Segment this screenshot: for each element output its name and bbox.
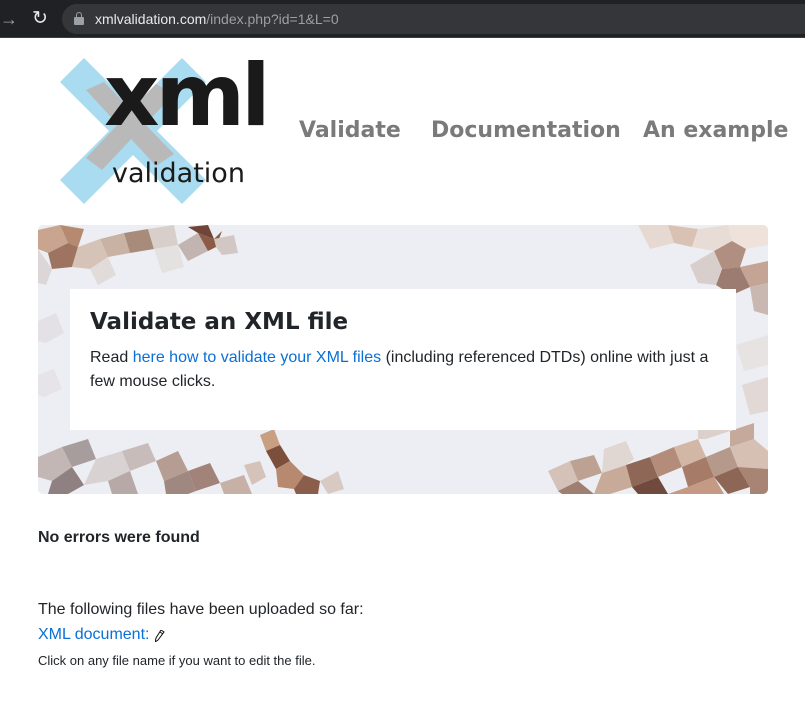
url-text[interactable]: xmlvalidation.com/index.php?id=1&L=0 bbox=[95, 11, 339, 27]
nav-validate[interactable]: Validate bbox=[299, 115, 401, 147]
uploaded-files-intro: The following files have been uploaded s… bbox=[38, 601, 364, 618]
site-logo[interactable]: xml validation bbox=[56, 46, 271, 210]
xml-document-link[interactable]: XML document: bbox=[38, 625, 149, 645]
validation-howto-link[interactable]: here how to validate your XML files bbox=[133, 349, 381, 366]
hero-title: Validate an XML file bbox=[90, 309, 349, 335]
logo-subtitle: validation bbox=[112, 158, 245, 189]
lock-icon[interactable] bbox=[74, 12, 84, 25]
url-path: /index.php?id=1&L=0 bbox=[206, 11, 339, 27]
logo-wordmark: xml bbox=[104, 46, 271, 146]
edit-hint: Click on any file name if you want to ed… bbox=[38, 653, 316, 668]
validation-status: No errors were found bbox=[38, 529, 200, 546]
browser-toolbar: → ↻ xmlvalidation.com/index.php?id=1&L=0 bbox=[0, 0, 805, 38]
hero-card: Validate an XML file Read here how to va… bbox=[70, 289, 736, 430]
forward-arrow-icon[interactable]: → bbox=[0, 8, 18, 30]
hero-text-before: Read bbox=[90, 349, 133, 366]
reload-icon[interactable]: ↻ bbox=[30, 8, 50, 30]
pencil-icon[interactable] bbox=[155, 630, 165, 642]
url-domain: xmlvalidation.com bbox=[95, 11, 207, 27]
hero-text: Read here how to validate your XML files… bbox=[90, 346, 720, 394]
nav-documentation[interactable]: Documentation bbox=[431, 115, 621, 147]
address-bar[interactable]: xmlvalidation.com/index.php?id=1&L=0 bbox=[62, 4, 805, 34]
nav-an-example[interactable]: An example bbox=[643, 115, 788, 147]
hero-banner: Validate an XML file Read here how to va… bbox=[38, 225, 768, 494]
